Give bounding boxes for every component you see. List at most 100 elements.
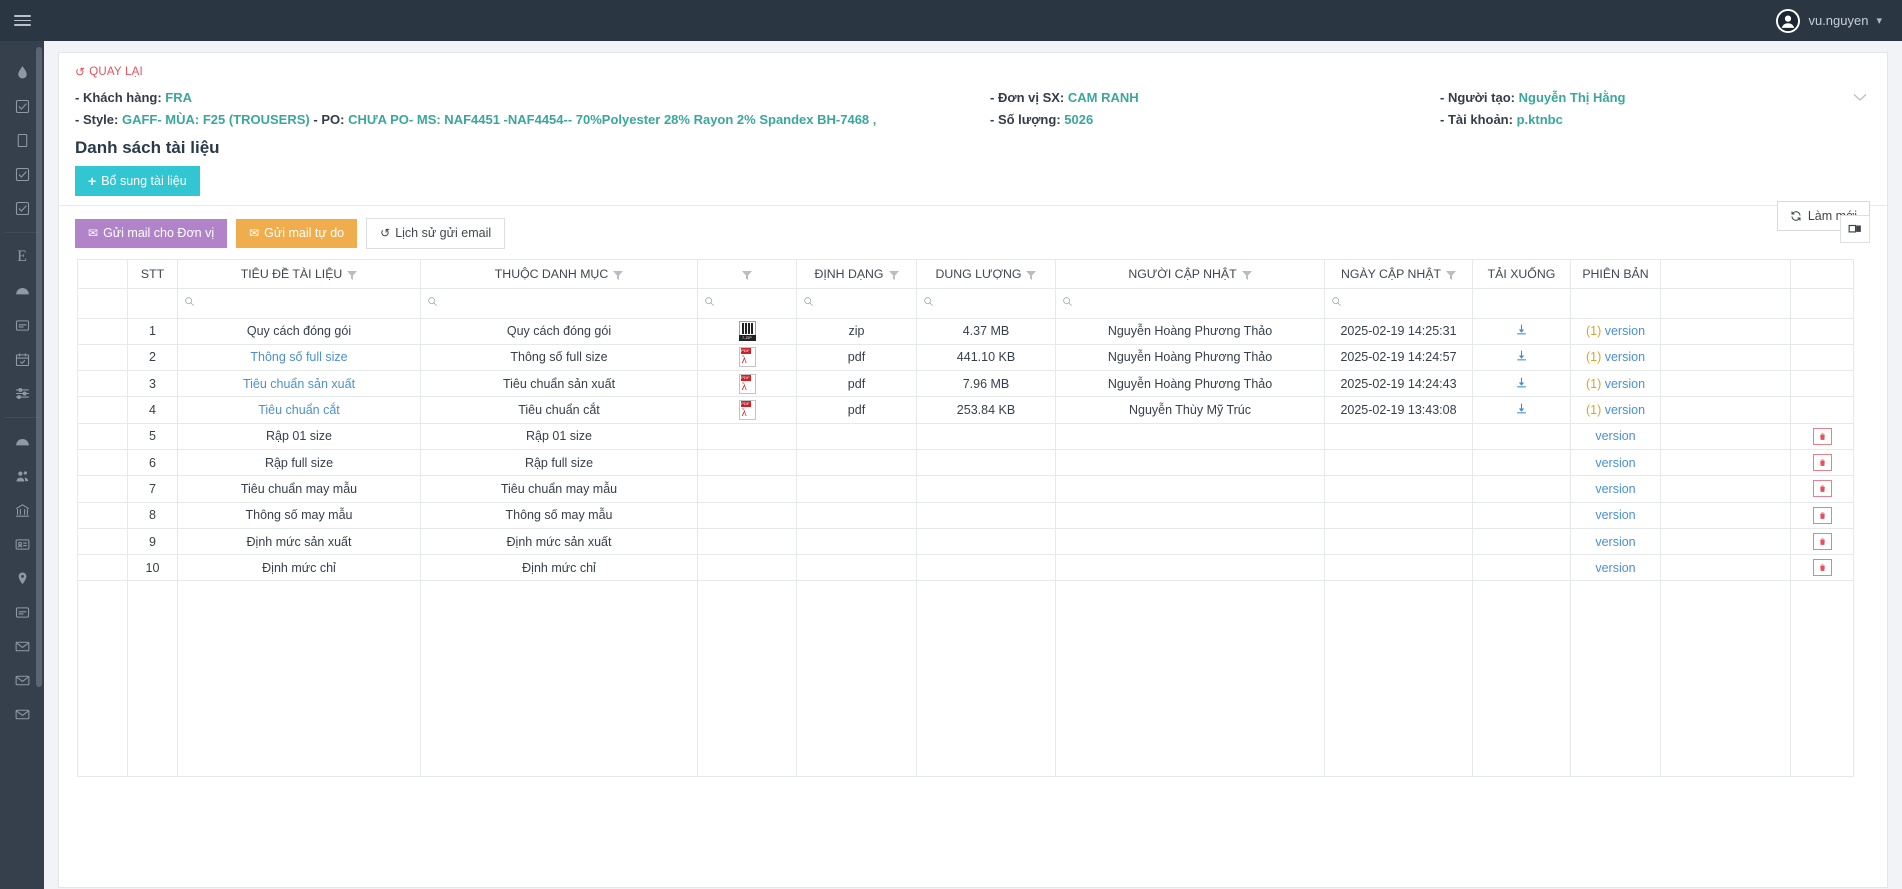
document-title-link[interactable]: Tiêu chuẩn cắt — [258, 403, 340, 417]
cell-title: Rập full size — [177, 448, 421, 477]
cell-select[interactable] — [77, 396, 128, 424]
collapse-panel-toggle[interactable] — [1853, 89, 1867, 105]
search-cell-category[interactable] — [420, 287, 698, 319]
cell-select[interactable] — [77, 317, 128, 345]
delete-row-button[interactable] — [1812, 480, 1832, 498]
search-cell-updated[interactable] — [1324, 287, 1473, 319]
search-cell-format[interactable] — [796, 287, 917, 319]
cell-title[interactable]: Tiêu chuẩn cắt — [177, 396, 421, 424]
delete-row-button[interactable] — [1812, 559, 1832, 577]
search-cell-title[interactable] — [177, 287, 421, 319]
th-updated-label: NGÀY CẬP NHẬT — [1341, 266, 1441, 281]
cell-actions — [1790, 370, 1854, 398]
funnel-icon[interactable] — [1026, 269, 1037, 280]
sidebar-item-mail-3[interactable] — [0, 697, 44, 731]
cell-select[interactable] — [77, 370, 128, 398]
filler-cell — [1472, 580, 1571, 778]
delete-row-button[interactable] — [1812, 506, 1832, 524]
search-cell-updater[interactable] — [1055, 287, 1325, 319]
document-title-link[interactable]: Thông số full size — [250, 350, 347, 364]
email-history-label: Lịch sử gửi email — [395, 226, 492, 240]
cell-actions[interactable] — [1790, 448, 1854, 477]
cell-actions[interactable] — [1790, 475, 1854, 503]
search-cell-filetype[interactable] — [697, 287, 797, 319]
back-link[interactable]: ↺ QUAY LẠI — [75, 65, 143, 79]
download-icon[interactable] — [1515, 403, 1528, 418]
cell-title[interactable]: Tiêu chuẩn sản xuất — [177, 370, 421, 398]
cell-actions[interactable] — [1790, 422, 1854, 450]
send-mail-unit-button[interactable]: ✉ Gửi mail cho Đơn vị — [75, 219, 228, 248]
version-link[interactable]: version — [1605, 403, 1645, 417]
cell-category: Thông số may mẫu — [420, 501, 698, 529]
funnel-icon[interactable] — [742, 269, 752, 280]
add-document-button[interactable]: + Bổ sung tài liệu — [75, 166, 200, 196]
version-link[interactable]: version — [1605, 324, 1645, 338]
cell-size: 4.37 MB — [916, 317, 1056, 345]
cell-version[interactable]: version — [1570, 554, 1661, 582]
cell-select[interactable] — [77, 501, 128, 529]
cell-version[interactable]: (1) version — [1570, 370, 1661, 398]
funnel-icon[interactable] — [1241, 269, 1252, 280]
funnel-icon[interactable] — [1446, 269, 1456, 280]
cell-select[interactable] — [77, 422, 128, 450]
download-icon[interactable] — [1515, 351, 1528, 365]
cell-stt: 9 — [127, 527, 178, 556]
cell-version[interactable]: version — [1570, 475, 1661, 503]
cell-download[interactable] — [1472, 317, 1571, 345]
version-link[interactable]: version — [1595, 561, 1635, 575]
version-link[interactable]: version — [1605, 377, 1645, 391]
version-link[interactable]: version — [1595, 535, 1635, 549]
cell-version[interactable]: version — [1570, 448, 1661, 477]
cell-title: Tiêu chuẩn may mẫu — [177, 475, 421, 503]
cell-select[interactable] — [77, 343, 128, 372]
th-format: ĐỊNH DẠNG — [796, 258, 917, 289]
funnel-icon[interactable] — [347, 269, 358, 280]
cell-select[interactable] — [77, 448, 128, 477]
cell-actions[interactable] — [1790, 554, 1854, 582]
sidebar-scrollbar[interactable] — [36, 47, 42, 687]
cell-actions[interactable] — [1790, 527, 1854, 556]
version-link[interactable]: version — [1595, 429, 1635, 443]
cell-blank-1 — [1660, 448, 1791, 477]
square-icon — [17, 133, 27, 147]
sidebar-toggle-button[interactable] — [0, 0, 44, 41]
cell-version[interactable]: version — [1570, 422, 1661, 450]
delete-row-button[interactable] — [1812, 427, 1832, 445]
cell-version[interactable]: (1) version — [1570, 396, 1661, 424]
download-icon[interactable] — [1515, 324, 1528, 339]
cell-blank-1 — [1660, 422, 1791, 450]
delete-row-button[interactable] — [1812, 533, 1832, 551]
cell-stt: 7 — [127, 475, 178, 503]
user-menu[interactable]: vu.nguyen ▾ — [1776, 8, 1882, 33]
email-history-button[interactable]: ↺ Lịch sử gửi email — [366, 218, 506, 249]
version-link[interactable]: version — [1595, 508, 1635, 522]
download-icon[interactable] — [1515, 377, 1528, 392]
cell-title[interactable]: Thông số full size — [177, 343, 421, 372]
cell-updated: 2025-02-19 13:43:08 — [1324, 396, 1473, 424]
cell-actions[interactable] — [1790, 501, 1854, 529]
th-version: PHIÊN BẢN — [1570, 258, 1661, 289]
cell-download[interactable] — [1472, 396, 1571, 424]
search-cell-size[interactable] — [916, 287, 1056, 319]
document-title-link[interactable]: Tiêu chuẩn sản xuất — [243, 377, 355, 391]
send-mail-free-button[interactable]: ✉ Gửi mail tự do — [236, 219, 358, 248]
cell-version[interactable]: (1) version — [1570, 343, 1661, 372]
cell-select[interactable] — [77, 527, 128, 556]
cell-select[interactable] — [77, 554, 128, 582]
search-icon — [803, 296, 814, 310]
cell-download[interactable] — [1472, 343, 1571, 372]
export-button[interactable] — [1840, 215, 1870, 243]
cell-version[interactable]: version — [1570, 527, 1661, 556]
th-select — [77, 258, 128, 289]
version-link[interactable]: version — [1605, 350, 1645, 364]
funnel-icon[interactable] — [613, 269, 624, 280]
delete-row-button[interactable] — [1812, 454, 1832, 472]
version-link[interactable]: version — [1595, 456, 1635, 470]
cell-select[interactable] — [77, 475, 128, 503]
cell-version[interactable]: (1) version — [1570, 317, 1661, 345]
funnel-icon[interactable] — [888, 269, 899, 280]
cell-download[interactable] — [1472, 370, 1571, 398]
version-link[interactable]: version — [1595, 482, 1635, 496]
cell-stt: 3 — [127, 370, 178, 398]
cell-version[interactable]: version — [1570, 501, 1661, 529]
